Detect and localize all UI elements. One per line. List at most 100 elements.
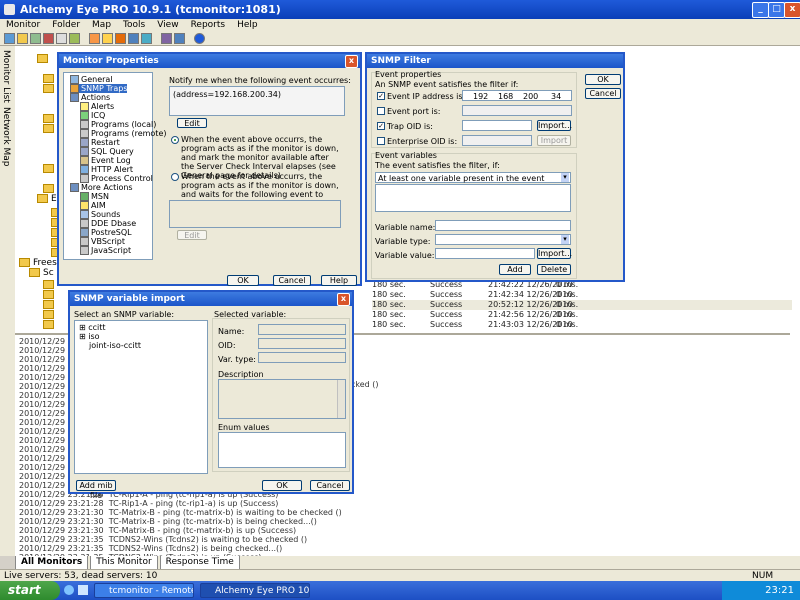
- nav-icq[interactable]: ICQ: [80, 111, 105, 120]
- tree-folder[interactable]: [43, 114, 57, 124]
- enum-values-box[interactable]: [218, 432, 346, 468]
- enterprise-oid-checkbox[interactable]: [377, 137, 385, 145]
- menu-tools[interactable]: Tools: [123, 20, 145, 30]
- options-icon[interactable]: [161, 33, 172, 44]
- tree-item[interactable]: [43, 300, 57, 310]
- menu-map[interactable]: Map: [92, 20, 111, 30]
- tree-folder[interactable]: [43, 124, 57, 134]
- nav-snmp-traps[interactable]: SNMP Traps: [70, 84, 128, 93]
- check-icon[interactable]: [69, 33, 80, 44]
- tree-folder[interactable]: [37, 54, 51, 64]
- nav-programs-local[interactable]: Programs (local): [80, 120, 156, 129]
- play-icon[interactable]: [115, 33, 126, 44]
- variable-type-select[interactable]: ▾: [435, 234, 571, 245]
- nav-vbscript[interactable]: VBScript: [80, 237, 125, 246]
- close-button[interactable]: x: [784, 2, 800, 18]
- cancel-button[interactable]: Cancel: [585, 88, 621, 99]
- tree-folder[interactable]: [43, 84, 57, 94]
- scrollbar[interactable]: [337, 380, 345, 418]
- event-filter-box[interactable]: (address=192.168.200.34): [169, 86, 345, 116]
- menu-view[interactable]: View: [157, 20, 178, 30]
- close-icon[interactable]: x: [337, 293, 350, 306]
- mib-node-ccitt[interactable]: ⊞ ccitt: [79, 323, 106, 332]
- variables-list[interactable]: [375, 184, 571, 212]
- close-icon[interactable]: x: [345, 55, 358, 68]
- mib-node-joint-iso-ccitt[interactable]: joint-iso-ccitt: [89, 341, 141, 350]
- taskbar-item-remote[interactable]: tcmonitor - Remote D...: [94, 583, 194, 598]
- start-button[interactable]: start: [0, 581, 60, 600]
- mib-tree[interactable]: ⊞ ccitt ⊞ iso joint-iso-ccitt: [74, 320, 208, 474]
- description-box[interactable]: [218, 379, 346, 419]
- minimize-button[interactable]: _: [752, 2, 769, 18]
- import-enterprise-button[interactable]: Import: [537, 135, 571, 146]
- nav-sql-query[interactable]: SQL Query: [80, 147, 134, 156]
- cancel-button[interactable]: Cancel: [273, 275, 311, 286]
- ie-icon[interactable]: [64, 585, 74, 595]
- nav-programs-remote[interactable]: Programs (remote): [80, 129, 167, 138]
- table-row[interactable]: 180 sec. Success 20:52:12 12/26/2010 0 ms.: [372, 300, 792, 310]
- help-button[interactable]: Help: [321, 275, 357, 286]
- desktop-icon[interactable]: [78, 585, 88, 595]
- mib-node-iso[interactable]: ⊞ iso: [79, 332, 100, 341]
- side-tab-monitor-list[interactable]: Monitor List: [1, 50, 11, 103]
- enterprise-oid-field[interactable]: [462, 135, 532, 146]
- tree-folder[interactable]: [43, 74, 57, 84]
- tree-folder[interactable]: [43, 184, 57, 194]
- add-variable-button[interactable]: Add: [499, 264, 531, 275]
- tree-folder-sc[interactable]: Sc: [29, 268, 54, 278]
- add-mib-file-button[interactable]: Add mib file: [76, 480, 116, 500]
- ip-checkbox[interactable]: ✓: [377, 92, 385, 100]
- variable-value-field[interactable]: [435, 248, 535, 259]
- menu-folder[interactable]: Folder: [52, 20, 80, 30]
- variable-name-field[interactable]: [435, 220, 571, 231]
- delete-variable-button[interactable]: Delete: [537, 264, 571, 275]
- nav-sounds[interactable]: Sounds: [80, 210, 120, 219]
- condition-select[interactable]: At least one variable present in the eve…: [375, 172, 571, 183]
- menu-help[interactable]: Help: [237, 20, 258, 30]
- delete-icon[interactable]: [43, 33, 54, 44]
- ok-button[interactable]: OK: [227, 275, 259, 286]
- trap-oid-field[interactable]: [462, 120, 532, 131]
- nav-http-alert[interactable]: HTTP Alert: [80, 165, 133, 174]
- lightning-icon[interactable]: [89, 33, 100, 44]
- nav-dde-dbase[interactable]: DDE Dbase: [80, 219, 136, 228]
- tree-item[interactable]: [43, 310, 57, 320]
- tree-item[interactable]: [43, 290, 57, 300]
- info-icon[interactable]: [194, 33, 205, 44]
- maximize-button[interactable]: □: [768, 2, 785, 18]
- edit-button[interactable]: Edit: [177, 118, 207, 128]
- nav-actions[interactable]: Actions: [70, 93, 110, 102]
- tab-all-monitors[interactable]: All Monitors: [15, 556, 89, 570]
- new-monitor-icon[interactable]: [4, 33, 15, 44]
- log-icon[interactable]: [141, 33, 152, 44]
- import-value-button[interactable]: Import...: [537, 248, 572, 259]
- nav-msn[interactable]: MSN: [80, 192, 109, 201]
- nav-javascript[interactable]: JavaScript: [80, 246, 131, 255]
- nav-restart[interactable]: Restart: [80, 138, 120, 147]
- taskbar-item-alchemy[interactable]: Alchemy Eye PRO 10....: [200, 583, 310, 598]
- properties-icon[interactable]: [30, 33, 41, 44]
- tree-folder[interactable]: [43, 164, 57, 174]
- menu-monitor[interactable]: Monitor: [6, 20, 40, 30]
- radio-wait-event[interactable]: [171, 173, 179, 181]
- menu-reports[interactable]: Reports: [191, 20, 226, 30]
- report-icon[interactable]: [128, 33, 139, 44]
- copy-icon[interactable]: [56, 33, 67, 44]
- tab-response-time[interactable]: Response Time: [159, 556, 240, 570]
- tab-this-monitor[interactable]: This Monitor: [90, 556, 158, 570]
- nav-process-control[interactable]: Process Control: [80, 174, 153, 183]
- port-field[interactable]: [462, 105, 572, 116]
- settings-nav-tree[interactable]: General SNMP Traps Actions Alerts ICQ Pr…: [63, 72, 167, 260]
- ok-button[interactable]: OK: [585, 74, 621, 85]
- edit-button-disabled[interactable]: Edit: [177, 230, 207, 240]
- tree-item[interactable]: [43, 280, 57, 290]
- nav-more-actions[interactable]: More Actions: [70, 183, 133, 192]
- new-folder-icon[interactable]: [17, 33, 28, 44]
- cancel-button[interactable]: Cancel: [310, 480, 350, 491]
- radio-auto-available[interactable]: [171, 136, 179, 144]
- tree-item[interactable]: [43, 320, 57, 330]
- nav-event-log[interactable]: Event Log: [80, 156, 131, 165]
- ok-button[interactable]: OK: [262, 480, 302, 491]
- port-checkbox[interactable]: [377, 107, 385, 115]
- nav-aim[interactable]: AIM: [80, 201, 106, 210]
